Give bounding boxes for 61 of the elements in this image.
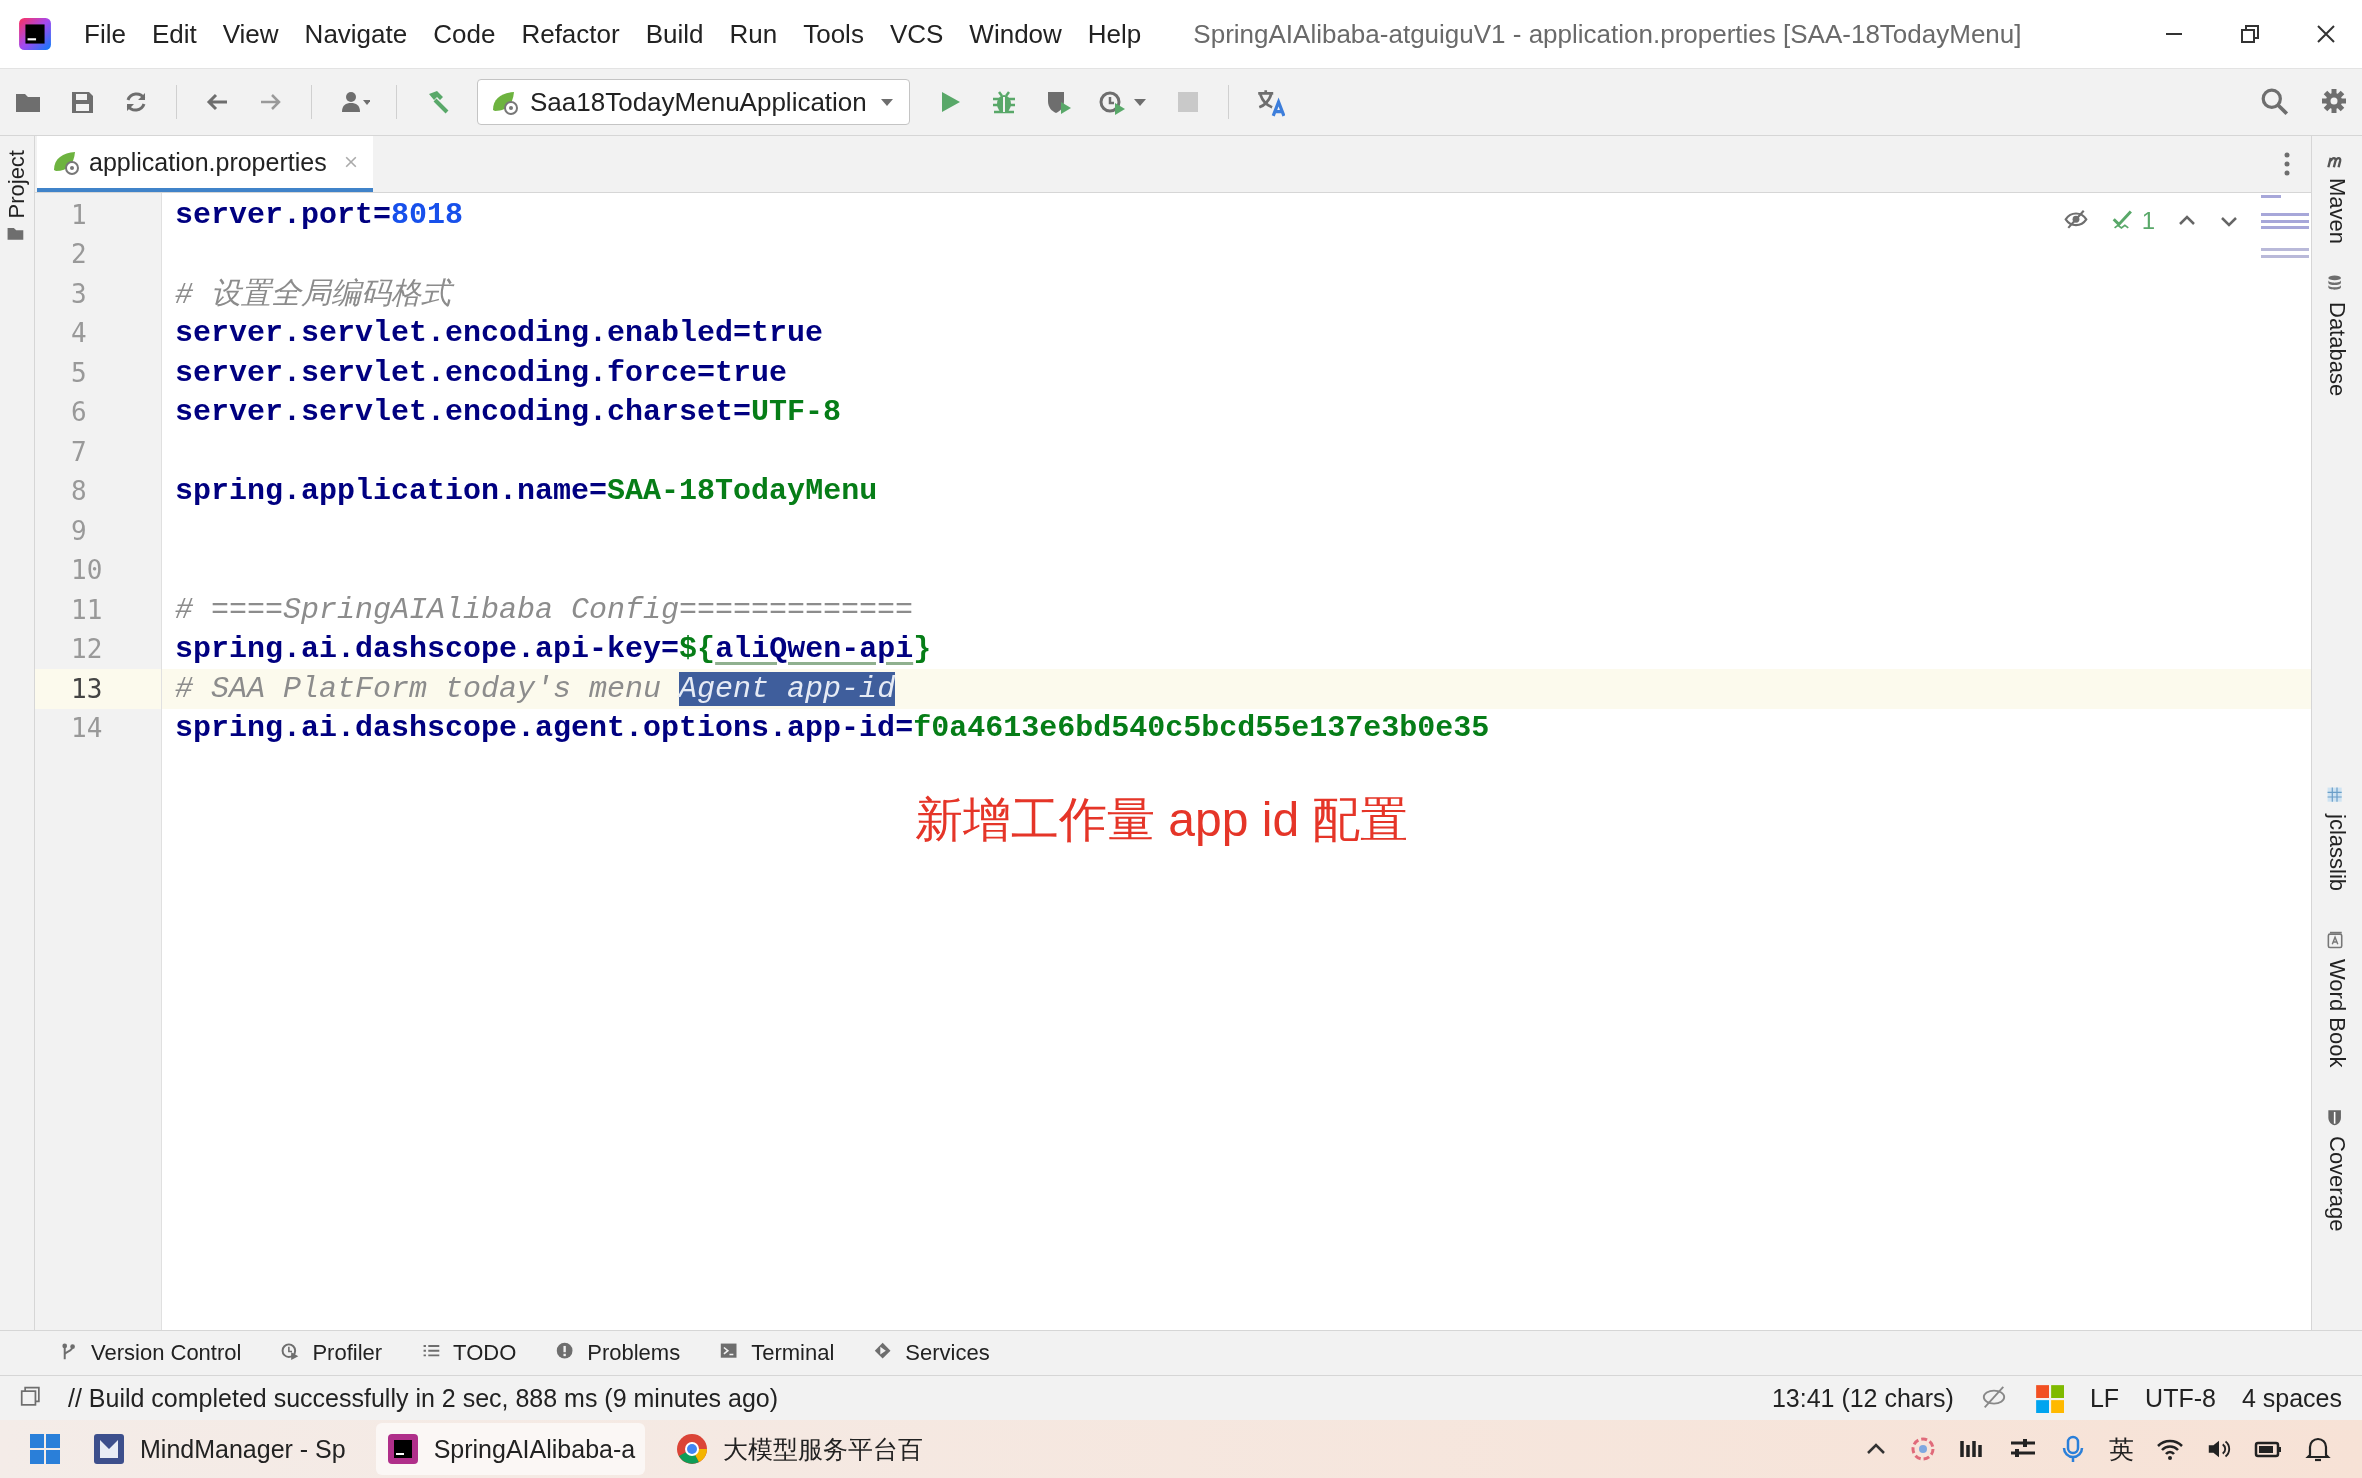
menu-item[interactable]: Navigate bbox=[302, 14, 410, 54]
app-logo-icon bbox=[18, 17, 52, 51]
menu-item[interactable]: Code bbox=[431, 14, 498, 54]
run-configuration-dropdown[interactable]: Saa18TodayMenuApplication bbox=[477, 79, 910, 125]
code-line: spring.ai.dashscope.agent.options.app-id=f0a4613e6bd540c5bcd55e137e3b0e35 bbox=[174, 711, 1490, 746]
close-icon[interactable] bbox=[2316, 24, 2336, 44]
tool-window-tab[interactable]: Coverage bbox=[2324, 1107, 2350, 1232]
input-method[interactable]: 英 bbox=[2109, 1432, 2134, 1466]
browser-icon bbox=[675, 1432, 710, 1466]
code-line: server.port=8018 bbox=[174, 197, 464, 232]
tool-window-tab[interactable]: jclasslib bbox=[2324, 786, 2350, 892]
menu-item[interactable]: View bbox=[220, 14, 281, 54]
menu-item[interactable]: Run bbox=[727, 14, 780, 54]
tool-window-button[interactable]: TODO bbox=[422, 1340, 517, 1366]
tool-window-button[interactable]: Problems bbox=[556, 1340, 681, 1366]
code-line: server.servlet.encoding.enabled=true bbox=[174, 316, 824, 351]
menu-item[interactable]: Edit bbox=[149, 14, 199, 54]
caret-icon[interactable] bbox=[1131, 96, 1148, 108]
tool-window-tab[interactable]: Word Book bbox=[2324, 931, 2350, 1068]
code-line: server.servlet.encoding.force=true bbox=[174, 355, 788, 390]
code-line: spring.ai.dashscope.api-key=${aliQwen-api} bbox=[174, 632, 932, 667]
tool-window-tab[interactable]: Database bbox=[2324, 274, 2350, 397]
start-icon[interactable] bbox=[28, 1432, 62, 1466]
menu-item[interactable]: VCS bbox=[887, 14, 946, 54]
menu-item[interactable]: Tools bbox=[801, 14, 866, 54]
app-icon bbox=[385, 1432, 420, 1466]
menu-item[interactable]: Help bbox=[1085, 14, 1144, 54]
tool-window-button[interactable]: Services bbox=[874, 1340, 990, 1366]
tool-window-tab[interactable]: Project bbox=[4, 150, 30, 247]
taskbar-app[interactable]: SpringAIAlibaba-a bbox=[375, 1423, 646, 1475]
flower-icon[interactable] bbox=[1909, 1435, 1937, 1463]
annotation-text: 新增工作量 app id 配置 bbox=[915, 792, 1409, 848]
more-icon[interactable] bbox=[2283, 152, 2291, 176]
tiles-icon[interactable] bbox=[2033, 1383, 2064, 1413]
code-line: server.servlet.encoding.charset=UTF-8 bbox=[174, 395, 842, 430]
tool-window-button[interactable]: Terminal bbox=[720, 1340, 835, 1366]
line-separator[interactable]: LF bbox=[2089, 1383, 2120, 1413]
tool-window-button[interactable]: Version Control bbox=[60, 1340, 242, 1366]
status-message: // Build completed successfully in 2 sec, 888 ms (9 minutes ago) bbox=[68, 1383, 779, 1413]
editor-tab[interactable]: application.properties bbox=[37, 136, 373, 192]
caret-position[interactable]: 13:41 (12 chars) bbox=[1771, 1383, 1954, 1413]
code-line: # SAA PlatForm today's menu Agent app-id bbox=[174, 671, 896, 706]
app-icon bbox=[92, 1432, 126, 1466]
code-line: spring.application.name=SAA-18TodayMenu bbox=[174, 474, 878, 509]
code-line: # ====SpringAIAlibaba Config============= bbox=[174, 592, 914, 627]
menu-item[interactable]: Refactor bbox=[519, 14, 622, 54]
caret-icon bbox=[878, 96, 895, 108]
taskbar-app[interactable]: 大模型服务平台百 bbox=[665, 1423, 934, 1475]
search-icon[interactable] bbox=[2260, 87, 2290, 117]
menu-item[interactable]: Window bbox=[967, 14, 1064, 54]
tool-window-button[interactable]: Profiler bbox=[281, 1340, 383, 1366]
file-encoding[interactable]: UTF-8 bbox=[2145, 1383, 2216, 1413]
menu-item[interactable]: File bbox=[82, 14, 128, 54]
indent-setting[interactable]: 4 spaces bbox=[2241, 1383, 2342, 1413]
window-title: SpringAIAlibaba-atguiguV1 - application.properties [SAA-18TodayMenu] bbox=[1193, 18, 2022, 50]
menu-item[interactable]: Build bbox=[643, 14, 706, 54]
tool-window-tab[interactable]: Maven bbox=[2324, 150, 2350, 245]
restore-icon[interactable] bbox=[2240, 24, 2260, 44]
notification-icon[interactable] bbox=[2304, 1435, 2332, 1463]
taskbar-app[interactable]: MindManager - Sp bbox=[82, 1423, 356, 1475]
settings-icon[interactable] bbox=[2320, 87, 2348, 115]
